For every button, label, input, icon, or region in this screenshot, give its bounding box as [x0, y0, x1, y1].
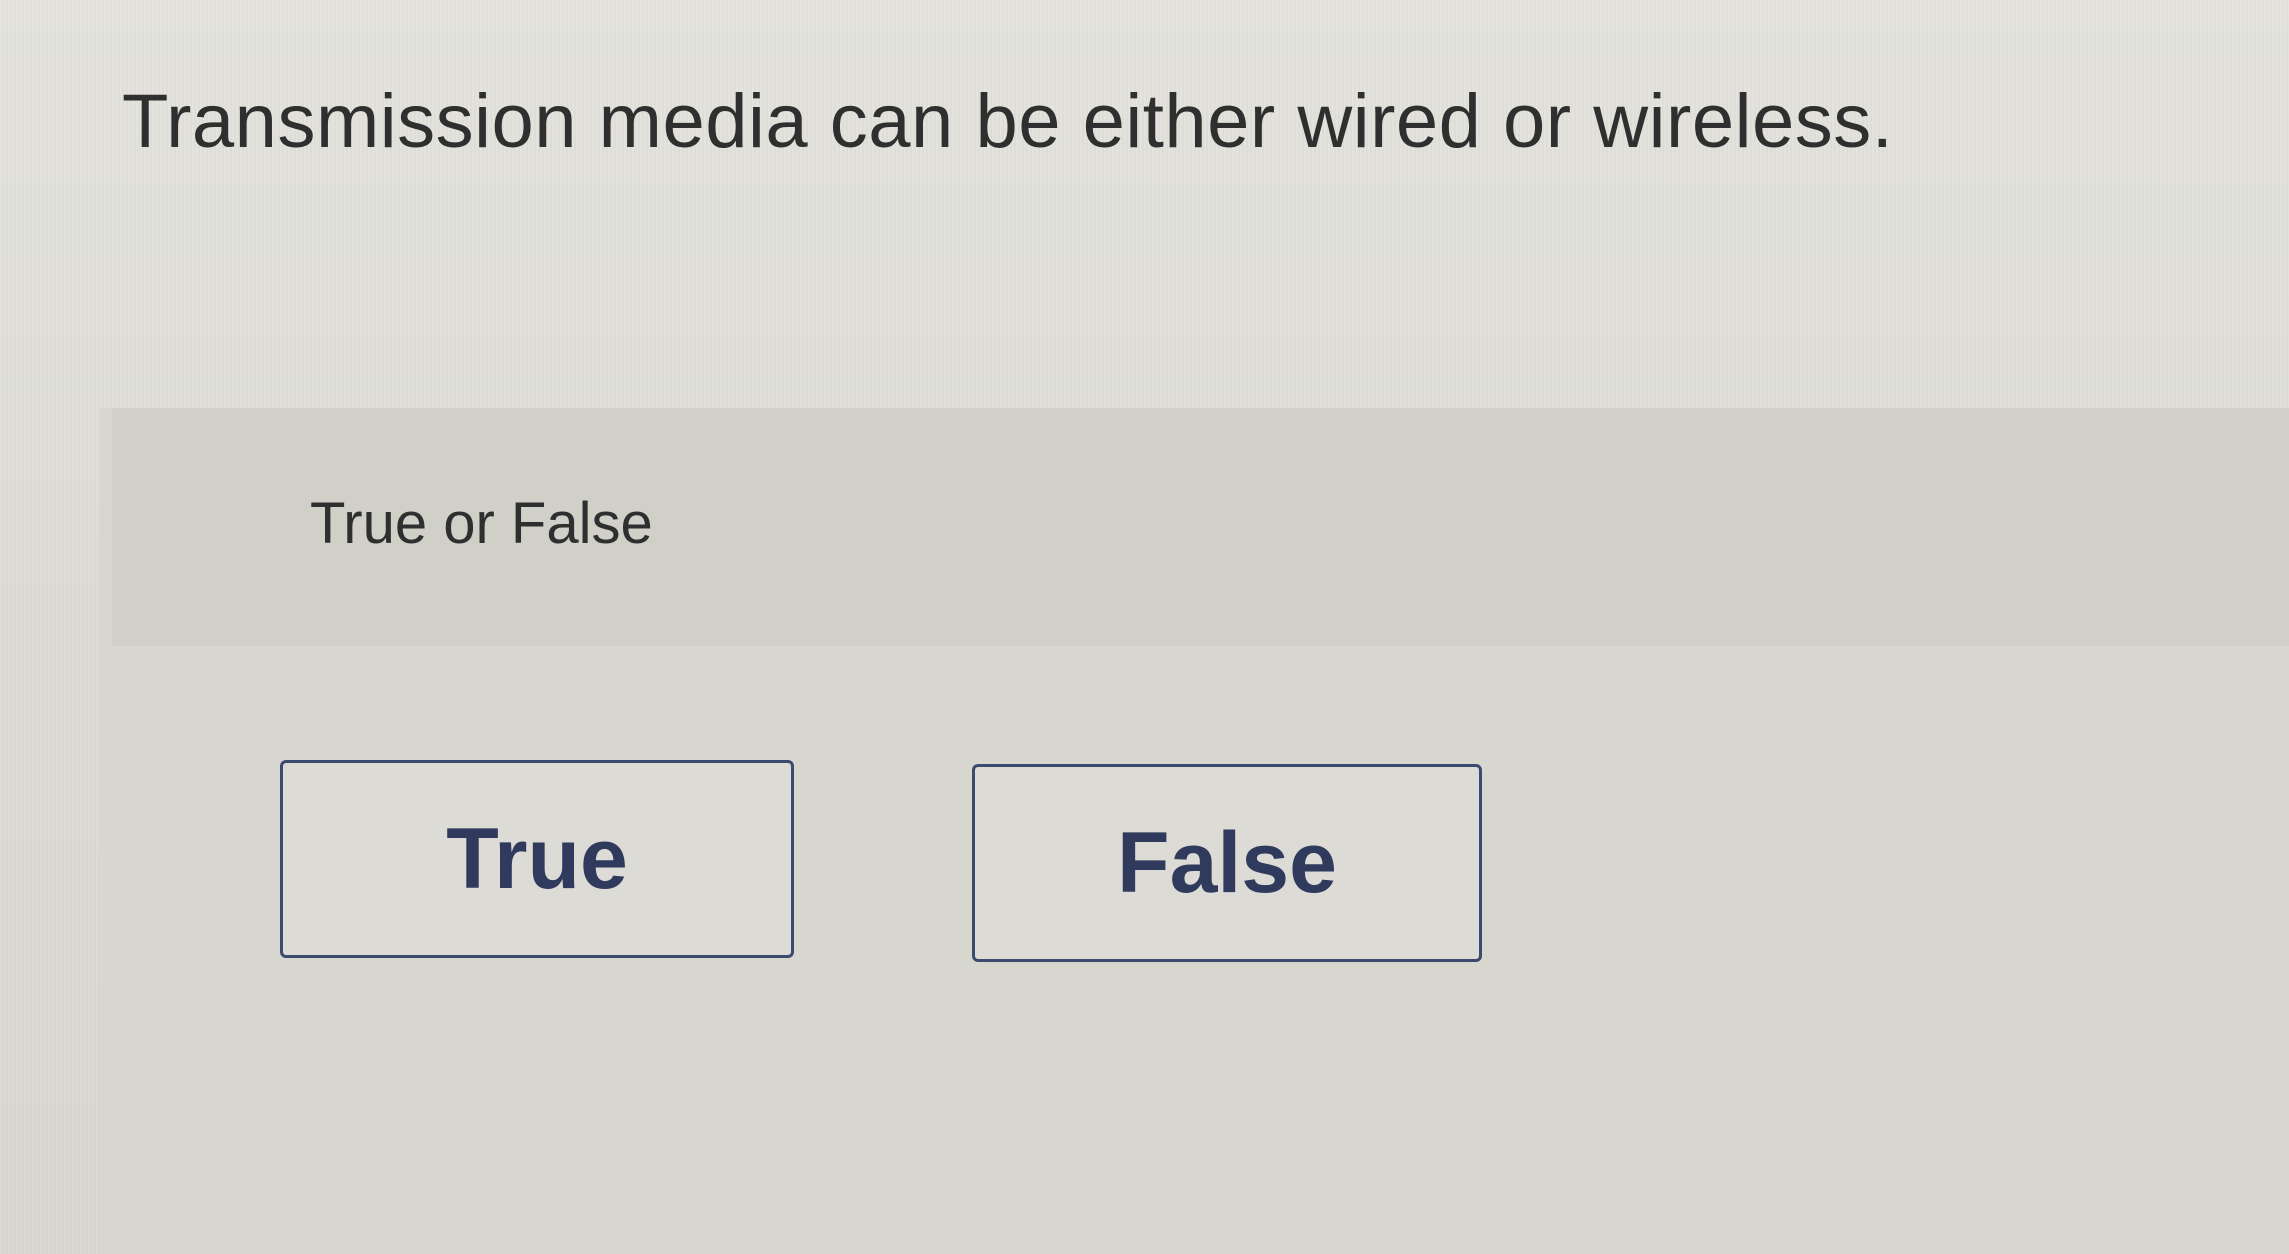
question-text: Transmission media can be either wired o…: [122, 79, 1894, 164]
prompt-label: True or False: [310, 491, 653, 556]
false-button[interactable]: False: [972, 764, 1482, 962]
false-button-label: False: [1117, 814, 1337, 911]
true-button-label: True: [446, 810, 628, 907]
true-button[interactable]: True: [280, 760, 794, 958]
